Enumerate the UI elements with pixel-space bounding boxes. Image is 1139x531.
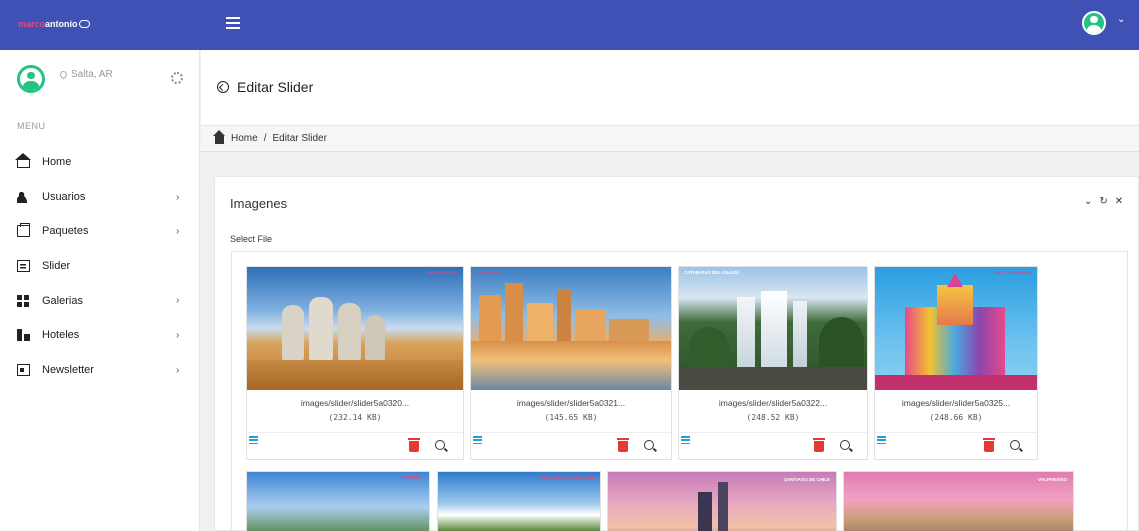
- file-name: images/slider/slider5a0321...: [516, 398, 626, 408]
- image-watermark: CATARATAS DEL IGUAZÚ: [684, 270, 740, 275]
- newsletter-icon: [17, 363, 30, 376]
- breadcrumb: Home / Editar Slider: [201, 126, 1139, 152]
- image-watermark: RUINAS DE SAN IGNACIO: [538, 475, 595, 480]
- sidebar-nav: Home Usuarios › Paquetes › Slider Galeri…: [0, 145, 199, 387]
- slide-thumbnail[interactable]: SANTIAGO DE CHILE: [607, 471, 837, 531]
- image-watermark: BETO CARRERO: [994, 270, 1031, 275]
- file-size: (248.52 KB): [746, 413, 800, 422]
- breadcrumb-current: Editar Slider: [272, 133, 327, 144]
- hamburger-icon[interactable]: [226, 17, 240, 29]
- sidebar-item-paquetes[interactable]: Paquetes ›: [0, 214, 199, 249]
- page-header: Editar Slider: [201, 50, 1139, 126]
- image-watermark: SANTIAGO DE CHILE: [783, 477, 830, 482]
- panel-tools: ⌄ ↻ ✕: [1084, 196, 1123, 207]
- slide-thumbnail[interactable]: CAMBORIÚ: [471, 267, 671, 390]
- user-avatar-icon[interactable]: [1082, 11, 1106, 35]
- delete-icon[interactable]: [408, 438, 420, 452]
- slider-icon: [17, 260, 30, 273]
- file-size: (232.14 KB): [328, 413, 382, 422]
- sidebar-item-galerias[interactable]: Galerias ›: [0, 283, 199, 318]
- close-icon[interactable]: ✕: [1115, 196, 1123, 207]
- menu-heading: MENU: [17, 121, 46, 131]
- file-name: images/slider/slider5a0320...: [300, 398, 410, 408]
- image-card: CAMBORIÚ images/slider/slider5a0321... (…: [470, 266, 672, 460]
- zoom-icon[interactable]: [435, 440, 445, 450]
- drag-handle-icon[interactable]: [877, 436, 886, 445]
- package-icon: [17, 223, 30, 238]
- breadcrumb-home-link[interactable]: Home: [231, 133, 258, 144]
- delete-icon[interactable]: [983, 438, 995, 452]
- delete-icon[interactable]: [813, 438, 825, 452]
- image-card: BETO CARRERO images/slider/slider5a0325.…: [874, 266, 1038, 460]
- sidebar-item-slider[interactable]: Slider: [0, 249, 199, 284]
- user-location: Salta, AR: [58, 69, 113, 80]
- chevron-right-icon: ›: [176, 295, 180, 307]
- card-actions: [247, 432, 463, 459]
- gear-icon[interactable]: [171, 72, 183, 84]
- file-name: images/slider/slider5a0322...: [718, 398, 828, 408]
- slide-thumbnail[interactable]: ITAPEMA: [246, 471, 430, 531]
- gallery-icon: [17, 294, 30, 307]
- drag-handle-icon[interactable]: [681, 436, 690, 445]
- chevron-down-icon[interactable]: ⌄: [1117, 14, 1125, 25]
- card-actions: [875, 432, 1037, 459]
- slide-thumbnail[interactable]: VALPARAÍSO: [843, 471, 1074, 531]
- zoom-icon[interactable]: [840, 440, 850, 450]
- slide-thumbnail[interactable]: RUINAS DE SAN IGNACIO: [437, 471, 601, 531]
- zoom-icon[interactable]: [644, 440, 654, 450]
- slide-thumbnail[interactable]: BETO CARRERO: [875, 267, 1037, 390]
- slide-thumbnail[interactable]: marcoantonio: [247, 267, 463, 390]
- file-size: (248.66 KB): [929, 413, 983, 422]
- chevron-right-icon: ›: [176, 191, 180, 203]
- select-file-label: Select File: [230, 234, 273, 244]
- image-watermark: VALPARAÍSO: [1038, 477, 1067, 482]
- top-navbar: marco antonio ⌄: [0, 0, 1139, 50]
- collapse-icon[interactable]: ⌄: [1084, 196, 1092, 207]
- avatar[interactable]: [17, 65, 45, 93]
- brand-logo[interactable]: marco antonio: [18, 17, 90, 31]
- page-title: Editar Slider: [237, 79, 314, 95]
- delete-icon[interactable]: [617, 438, 629, 452]
- card-actions: [471, 432, 671, 459]
- slide-thumbnail[interactable]: CATARATAS DEL IGUAZÚ: [679, 267, 867, 390]
- home-icon: [213, 130, 225, 144]
- file-dropzone[interactable]: marcoantonio images/slider/slider5a0320.…: [231, 251, 1128, 531]
- image-watermark: marcoantonio: [427, 270, 457, 275]
- drag-handle-icon[interactable]: [249, 436, 258, 445]
- panel-title: Imagenes: [230, 196, 288, 211]
- sidebar-item-hoteles[interactable]: Hoteles ›: [0, 318, 199, 353]
- zoom-icon[interactable]: [1010, 440, 1020, 450]
- chevron-right-icon: ›: [176, 329, 180, 341]
- drag-handle-icon[interactable]: [473, 436, 482, 445]
- sidebar-item-home[interactable]: Home: [0, 145, 199, 180]
- breadcrumb-separator: /: [263, 133, 267, 144]
- file-name: images/slider/slider5a0325...: [901, 398, 1011, 408]
- image-card: CATARATAS DEL IGUAZÚ images/slider/slide…: [678, 266, 868, 460]
- image-card: marcoantonio images/slider/slider5a0320.…: [246, 266, 464, 460]
- images-panel: Imagenes ⌄ ↻ ✕ Select File marcoantonio …: [214, 176, 1139, 531]
- image-watermark: ITAPEMA: [401, 475, 421, 480]
- chevron-right-icon: ›: [176, 226, 180, 238]
- file-size: (145.65 KB): [544, 413, 598, 422]
- hotel-icon: [17, 329, 30, 342]
- image-watermark: CAMBORIÚ: [476, 270, 501, 275]
- refresh-icon[interactable]: ↻: [1099, 196, 1107, 207]
- home-icon: [15, 153, 31, 169]
- chevron-right-icon: ›: [176, 364, 180, 376]
- back-arrow-icon[interactable]: [217, 81, 229, 93]
- card-actions: [679, 432, 867, 459]
- sidebar: Salta, AR MENU Home Usuarios › Paquetes …: [0, 50, 200, 531]
- sidebar-item-newsletter[interactable]: Newsletter ›: [0, 353, 199, 388]
- sidebar-item-usuarios[interactable]: Usuarios ›: [0, 180, 199, 215]
- users-icon: [17, 190, 30, 203]
- map-pin-icon: [58, 69, 69, 80]
